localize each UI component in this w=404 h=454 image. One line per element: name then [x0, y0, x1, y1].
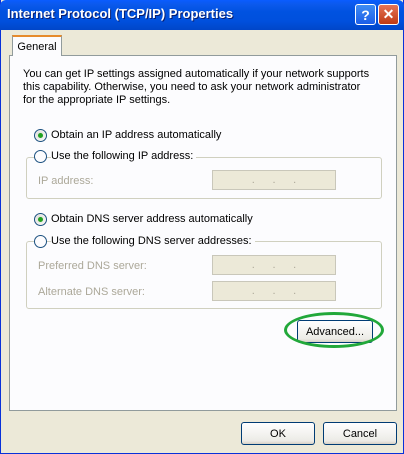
obtain-ip-auto-label[interactable]: Obtain an IP address automatically [51, 129, 221, 141]
octet-dot: . [251, 285, 255, 297]
ip-address-label: IP address: [38, 175, 94, 187]
highlight-ellipse [284, 312, 384, 348]
window-title: Internet Protocol (TCP/IP) Properties [7, 6, 234, 21]
ok-button[interactable]: OK [241, 422, 315, 445]
close-icon: ✕ [382, 6, 395, 22]
use-ip-manual-label[interactable]: Use the following IP address: [51, 150, 197, 162]
octet-dot: . [272, 259, 276, 271]
ip-address-field[interactable]: . . . [212, 170, 336, 190]
cancel-button[interactable]: Cancel [323, 422, 397, 445]
use-dns-manual-label[interactable]: Use the following DNS server addresses: [51, 235, 255, 247]
obtain-ip-auto-radio[interactable] [34, 129, 47, 142]
obtain-dns-auto-radio[interactable] [34, 213, 47, 226]
title-bar[interactable]: Internet Protocol (TCP/IP) Properties ? … [0, 0, 404, 30]
help-icon: ? [361, 6, 370, 23]
octet-dot: . [293, 174, 297, 186]
obtain-dns-auto-label[interactable]: Obtain DNS server address automatically [51, 213, 253, 225]
use-dns-manual-radio[interactable] [34, 235, 47, 248]
general-tab-panel [9, 55, 397, 411]
alternate-dns-label: Alternate DNS server: [38, 286, 145, 298]
tcpip-properties-dialog: Internet Protocol (TCP/IP) Properties ? … [0, 0, 404, 454]
octet-dot: . [251, 259, 255, 271]
octet-dot: . [293, 259, 297, 271]
help-button[interactable]: ? [355, 4, 376, 25]
alternate-dns-field[interactable]: . . . [212, 281, 336, 301]
close-button[interactable]: ✕ [378, 4, 399, 25]
tab-general[interactable]: General [12, 35, 62, 56]
octet-dot: . [293, 285, 297, 297]
preferred-dns-field[interactable]: . . . [212, 255, 336, 275]
octet-dot: . [272, 174, 276, 186]
use-ip-manual-radio[interactable] [34, 150, 47, 163]
description-text: You can get IP settings assigned automat… [23, 68, 370, 106]
octet-dot: . [272, 285, 276, 297]
preferred-dns-label: Preferred DNS server: [38, 260, 147, 272]
octet-dot: . [251, 174, 255, 186]
